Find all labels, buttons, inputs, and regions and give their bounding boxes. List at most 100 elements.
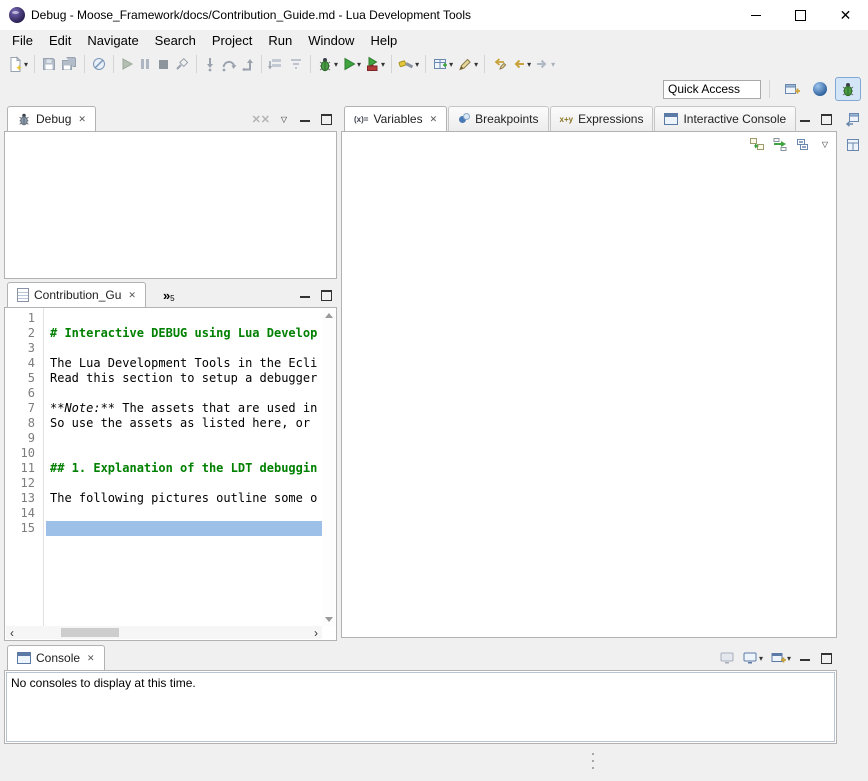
new-wizard-button[interactable]: ▾ [5, 53, 30, 75]
view-tab[interactable]: Expressions [550, 106, 654, 131]
debug-perspective-button[interactable] [835, 77, 861, 101]
editor-line[interactable]: 1 [5, 311, 322, 326]
scroll-left-icon[interactable]: ‹ [6, 626, 18, 639]
tab-close-icon[interactable]: ✕ [128, 290, 136, 301]
dropdown-arrow-icon[interactable]: ▾ [381, 60, 385, 69]
view-menu-button[interactable]: ▽ [818, 136, 832, 152]
editor-overflow-chevron[interactable]: » 5 [163, 283, 175, 307]
restore-view-button[interactable] [843, 110, 863, 128]
dropdown-arrow-icon[interactable]: ▾ [357, 60, 361, 69]
collapse-all-button[interactable] [795, 136, 811, 152]
quick-access-field[interactable]: Quick Access [663, 80, 761, 99]
scroll-right-icon[interactable]: › [310, 626, 322, 639]
editor-line[interactable]: 15 [5, 521, 322, 536]
view-tab[interactable]: Variables ✕ [344, 106, 447, 131]
terminate-button[interactable] [154, 53, 172, 75]
maximize-view-button[interactable] [319, 111, 333, 127]
tab-console[interactable]: Console ✕ [7, 645, 105, 670]
editor-line[interactable]: 13The following pictures outline some o [5, 491, 322, 506]
run-button[interactable]: ▾ [340, 53, 363, 75]
menu-item[interactable]: Help [362, 31, 405, 50]
editor-line[interactable]: 6 [5, 386, 322, 401]
save-button[interactable] [39, 53, 59, 75]
dropdown-arrow-icon[interactable]: ▾ [415, 60, 419, 69]
remove-all-terminated-button[interactable]: ✕✕ [252, 111, 270, 127]
dropdown-arrow-icon[interactable]: ▾ [787, 654, 791, 663]
forward-button[interactable]: ▾ [533, 53, 557, 75]
use-step-filters-button[interactable] [286, 53, 306, 75]
dropdown-arrow-icon[interactable]: ▾ [449, 60, 453, 69]
editor-line[interactable]: 5Read this section to setup a debugger [5, 371, 322, 386]
dropdown-arrow-icon[interactable]: ▾ [24, 60, 28, 69]
minimize-view-button[interactable] [298, 111, 312, 127]
step-into-button[interactable] [201, 53, 219, 75]
maximize-button[interactable] [778, 0, 823, 30]
minimize-view-button[interactable] [798, 111, 812, 127]
last-edit-location-button[interactable] [489, 53, 509, 75]
menu-item[interactable]: File [4, 31, 41, 50]
editor-line[interactable]: 9 [5, 431, 322, 446]
view-tab[interactable]: Breakpoints [448, 106, 548, 131]
dropdown-arrow-icon[interactable]: ▾ [759, 654, 763, 663]
tab-close-icon[interactable]: ✕ [430, 114, 438, 125]
pin-console-button[interactable] [719, 650, 735, 666]
external-tools-button[interactable]: ▾ [363, 53, 387, 75]
editor-line[interactable]: 14 [5, 506, 322, 521]
maximize-view-button[interactable] [819, 111, 833, 127]
display-selected-console-button[interactable]: ▾ [742, 650, 763, 666]
skip-all-breakpoints-button[interactable] [89, 53, 109, 75]
show-type-names-button[interactable] [772, 136, 788, 152]
minimize-button[interactable] [733, 0, 778, 30]
scroll-down-icon[interactable] [325, 617, 333, 622]
tab-close-icon[interactable]: ✕ [78, 114, 86, 125]
console-text-viewer[interactable]: No consoles to display at this time. [6, 672, 835, 742]
dropdown-arrow-icon[interactable]: ▾ [334, 60, 338, 69]
new-view-button[interactable]: ▾ [430, 53, 455, 75]
open-console-button[interactable]: ▾ [770, 650, 791, 666]
step-over-button[interactable] [219, 53, 239, 75]
minimized-views-button[interactable] [843, 136, 863, 154]
menu-item[interactable]: Navigate [79, 31, 146, 50]
editor-line[interactable]: 2# Interactive DEBUG using Lua Develop [5, 326, 322, 341]
open-perspective-button[interactable] [779, 77, 805, 101]
annotation-button[interactable]: ▾ [455, 53, 480, 75]
drop-to-frame-button[interactable] [266, 53, 286, 75]
editor-line[interactable]: 4The Lua Development Tools in the Ecli [5, 356, 322, 371]
scrollbar-thumb[interactable] [61, 628, 119, 637]
maximize-view-button[interactable] [819, 650, 833, 666]
menu-item[interactable]: Run [260, 31, 300, 50]
editor-line[interactable]: 11## 1. Explanation of the LDT debuggin [5, 461, 322, 476]
editor-line[interactable]: 8So use the assets as listed here, or [5, 416, 322, 431]
dropdown-arrow-icon[interactable]: ▾ [551, 60, 555, 69]
tab-debug[interactable]: Debug ✕ [7, 106, 96, 131]
search-button[interactable]: ▾ [396, 53, 421, 75]
tab-contribution-guide[interactable]: Contribution_Gu ✕ [7, 282, 146, 307]
view-tab[interactable]: Interactive Console [654, 106, 796, 131]
editor-horizontal-scrollbar[interactable]: ‹ › [6, 626, 322, 639]
step-return-button[interactable] [239, 53, 257, 75]
maximize-view-button[interactable] [319, 287, 333, 303]
editor-line[interactable]: 10 [5, 446, 322, 461]
editor-text-area[interactable]: 12# Interactive DEBUG using Lua Develop3… [5, 311, 322, 626]
menu-item[interactable]: Window [300, 31, 362, 50]
back-button[interactable]: ▾ [509, 53, 533, 75]
save-all-button[interactable] [59, 53, 80, 75]
dropdown-arrow-icon[interactable]: ▾ [527, 60, 531, 69]
tab-close-icon[interactable]: ✕ [87, 653, 95, 664]
editor-line[interactable]: 3 [5, 341, 322, 356]
editor-vertical-scrollbar[interactable] [322, 309, 335, 626]
view-menu-button[interactable]: ▽ [277, 111, 291, 127]
trim-drag-handle[interactable] [592, 753, 594, 769]
editor-line[interactable]: 12 [5, 476, 322, 491]
menu-item[interactable]: Edit [41, 31, 79, 50]
show-logical-structure-button[interactable] [749, 136, 765, 152]
editor-line[interactable]: 7**Note:** The assets that are used in [5, 401, 322, 416]
dropdown-arrow-icon[interactable]: ▾ [474, 60, 478, 69]
minimize-view-button[interactable] [298, 287, 312, 303]
menu-item[interactable]: Search [147, 31, 204, 50]
resume-button[interactable] [118, 53, 136, 75]
lua-perspective-button[interactable] [807, 77, 833, 101]
close-button[interactable]: ✕ [823, 0, 868, 30]
minimize-view-button[interactable] [798, 650, 812, 666]
menu-item[interactable]: Project [204, 31, 260, 50]
